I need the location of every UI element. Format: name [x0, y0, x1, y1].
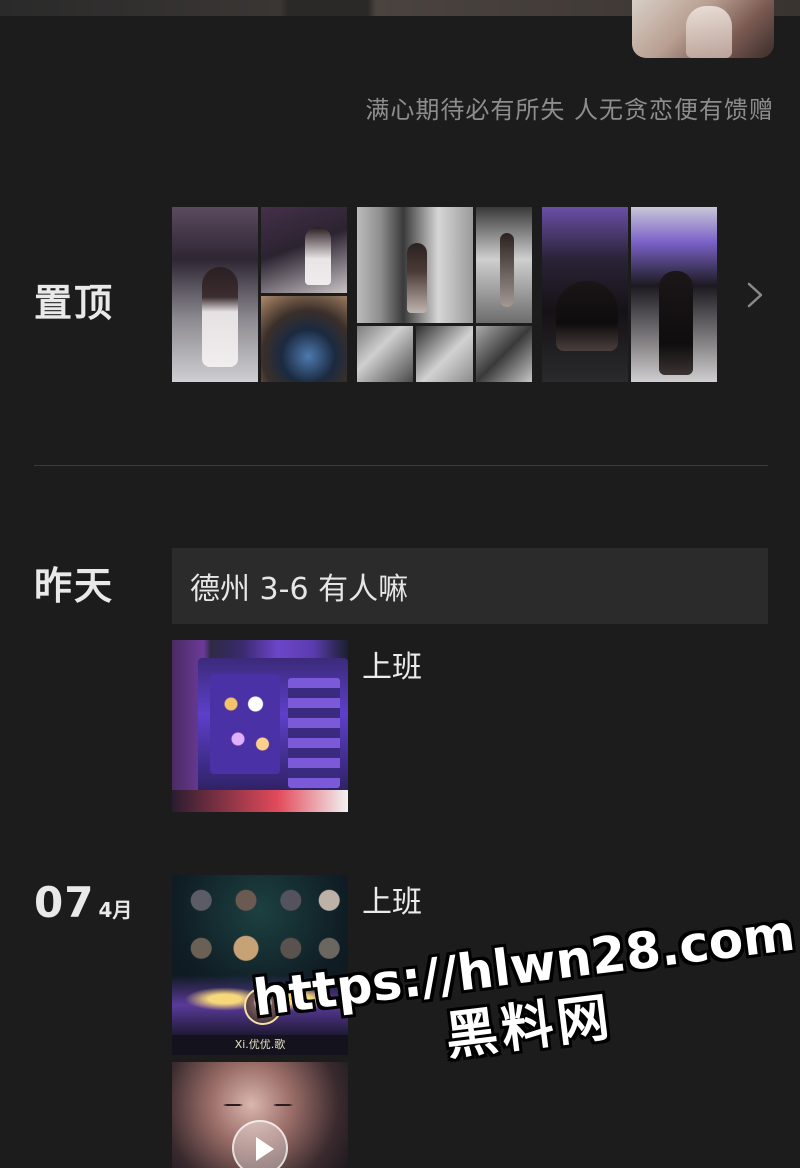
post-thumbnail[interactable]	[172, 640, 348, 812]
post-caption[interactable]: 上班	[362, 877, 422, 921]
pinned-thumbnail[interactable]	[357, 207, 532, 382]
text-post[interactable]: 德州 3-6 有人嘛	[172, 548, 768, 624]
yesterday-label: 昨天	[34, 564, 115, 608]
photo-tile	[261, 296, 347, 382]
avatar[interactable]	[632, 0, 774, 58]
photo-tile	[542, 207, 628, 382]
pinned-thumbnail[interactable]	[172, 207, 347, 382]
photo-tile	[357, 326, 413, 382]
post-thumbnail[interactable]: Xi.优优.歌	[172, 875, 348, 1055]
play-icon[interactable]	[232, 1120, 288, 1168]
section-divider	[34, 465, 768, 466]
photo-tile	[416, 326, 473, 382]
moments-feed-page: 满心期待必有所失 人无贪恋便有馈赠 置顶 昨天 德州 3-6 有人嘛 上班 07…	[0, 0, 800, 1168]
photo-tile	[261, 207, 347, 293]
face-image	[208, 1096, 308, 1114]
pinned-thumbnail[interactable]	[542, 207, 717, 382]
pinned-photos[interactable]	[172, 207, 717, 382]
video-thumbnail[interactable]	[172, 1062, 348, 1168]
photo-tile	[172, 207, 258, 382]
taskbar-image	[172, 790, 348, 812]
photo-tile	[476, 326, 532, 382]
stream-screen-image	[198, 658, 348, 798]
photo-tile	[357, 207, 473, 323]
chevron-right-icon[interactable]	[744, 281, 766, 309]
post-date-month: 4月	[98, 898, 133, 922]
profile-signature: 满心期待必有所失 人无贪恋便有馈赠	[365, 96, 774, 124]
photo-tile	[476, 207, 532, 323]
host-avatar-image	[244, 987, 282, 1025]
pinned-label: 置顶	[34, 281, 115, 325]
post-date: 07 4月	[34, 878, 132, 927]
post-date-day: 07	[34, 878, 95, 927]
photo-tile	[631, 207, 717, 382]
avatar-grid-image	[182, 883, 342, 979]
host-name-tag: Xi.优优.歌	[172, 1035, 348, 1055]
play-triangle	[256, 1137, 274, 1161]
post-caption[interactable]: 上班	[362, 642, 422, 686]
